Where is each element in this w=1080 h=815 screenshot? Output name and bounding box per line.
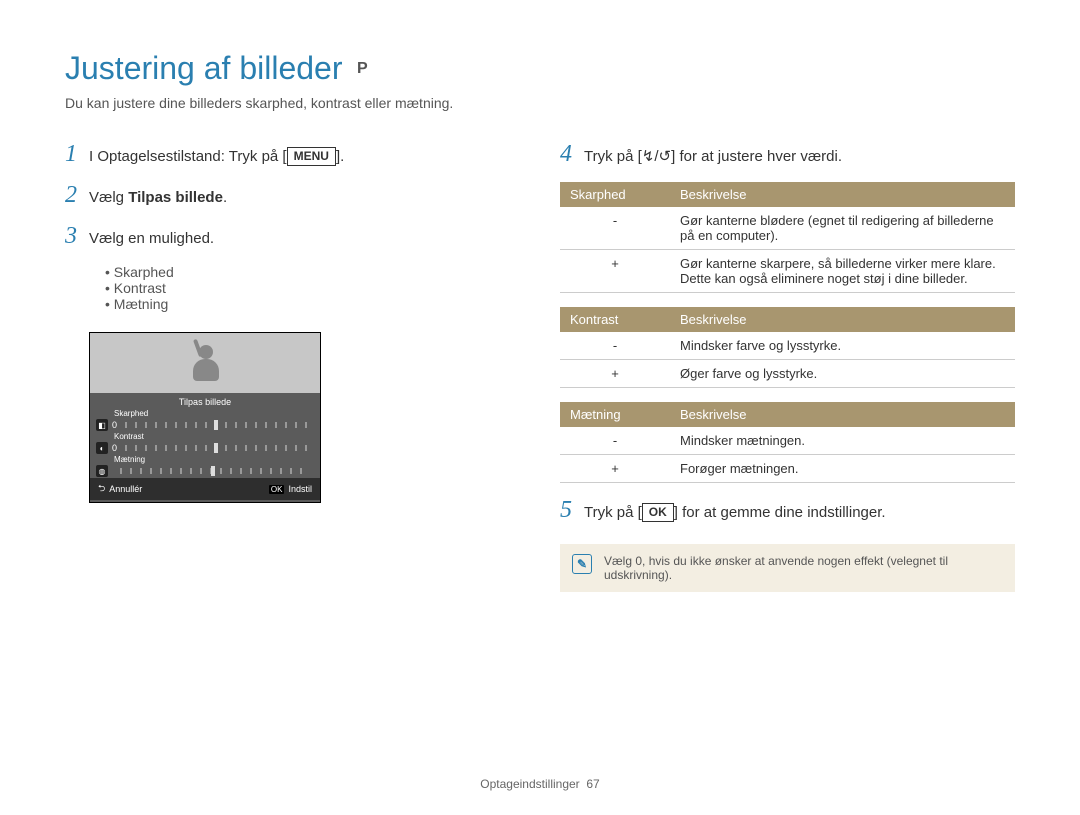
step2-pre: Vælg xyxy=(89,189,128,206)
cell-key: - xyxy=(560,332,670,360)
panel-title: Tilpas billede xyxy=(90,397,320,407)
footer-section: Optageindstillinger xyxy=(480,777,579,791)
cell-key: + xyxy=(560,360,670,388)
step-2: 2 Vælg Tilpas billede. xyxy=(65,182,520,209)
panel-row-label: Mætning xyxy=(90,455,320,464)
footer-page: 67 xyxy=(586,777,599,791)
th-desc: Beskrivelse xyxy=(670,307,1015,332)
step-3: 3 Vælg en mulighed. xyxy=(65,223,520,250)
panel-value: 0 xyxy=(112,443,117,453)
cell-desc: Gør kanterne blødere (egnet til redigeri… xyxy=(670,207,1015,250)
contrast-table: KontrastBeskrivelse -Mindsker farve og l… xyxy=(560,307,1015,388)
step4-post: ] for at justere hver værdi. xyxy=(671,148,842,165)
step5-post: ] for at gemme dine indstillinger. xyxy=(674,504,886,521)
contrast-icon: ◐ xyxy=(96,442,108,454)
step-number: 2 xyxy=(65,182,89,209)
sharpness-icon: ◧ xyxy=(96,419,108,431)
step4-pre: Tryk på [ xyxy=(584,148,642,165)
page-title: Justering af billeder xyxy=(65,50,342,87)
step-4: 4 Tryk på [↯/↺] for at justere hver værd… xyxy=(560,141,1015,168)
bullet-item: Kontrast xyxy=(105,280,520,296)
cell-key: + xyxy=(560,455,670,483)
mode-badge: P xyxy=(357,60,368,78)
panel-row-label: Kontrast xyxy=(90,432,320,441)
step1-post: ]. xyxy=(336,148,344,165)
step-1: 1 I Optagelsestilstand: Tryk på [MENU]. xyxy=(65,141,520,168)
th-contrast: Kontrast xyxy=(560,307,670,332)
panel-value: 0 xyxy=(112,420,117,430)
cell-desc: Øger farve og lysstyrke. xyxy=(670,360,1015,388)
page-subtitle: Du kan justere dine billeders skarphed, … xyxy=(65,95,1015,111)
cell-key: - xyxy=(560,427,670,455)
saturation-table: MætningBeskrivelse -Mindsker mætningen. … xyxy=(560,402,1015,483)
th-desc: Beskrivelse xyxy=(670,402,1015,427)
step3-bullets: Skarphed Kontrast Mætning xyxy=(105,264,520,312)
panel-row: ◧ 0 xyxy=(90,418,320,432)
step2-bold: Tilpas billede xyxy=(128,189,223,206)
sharpness-table: SkarphedBeskrivelse -Gør kanterne bløder… xyxy=(560,182,1015,293)
cancel-label: Annullér xyxy=(109,484,142,494)
saturation-icon: ◍ xyxy=(96,465,108,477)
step5-pre: Tryk på [ xyxy=(584,504,642,521)
arrow-icons: ↯/↺ xyxy=(642,148,671,165)
cell-desc: Mindsker mætningen. xyxy=(670,427,1015,455)
note-icon: ✎ xyxy=(572,554,592,574)
cell-key: - xyxy=(560,207,670,250)
slider xyxy=(120,468,310,474)
step-number: 1 xyxy=(65,141,89,168)
bullet-item: Skarphed xyxy=(105,264,520,280)
step-number: 3 xyxy=(65,223,89,250)
panel-row: ◍ xyxy=(90,464,320,478)
child-silhouette-icon xyxy=(186,339,226,389)
step1-pre: I Optagelsestilstand: Tryk på [ xyxy=(89,148,287,165)
step2-post: . xyxy=(223,189,227,206)
screen-photo-area xyxy=(90,333,320,393)
back-icon: ⮌ xyxy=(98,481,105,497)
step3-text: Vælg en mulighed. xyxy=(89,228,214,249)
slider xyxy=(125,445,310,451)
step-number: 5 xyxy=(560,497,584,524)
right-column: 4 Tryk på [↯/↺] for at justere hver værd… xyxy=(560,141,1015,592)
menu-button-label: MENU xyxy=(287,147,336,166)
note-box: ✎ Vælg 0, hvis du ikke ønsker at anvende… xyxy=(560,544,1015,592)
cell-desc: Mindsker farve og lysstyrke. xyxy=(670,332,1015,360)
cell-key: + xyxy=(560,250,670,293)
cell-desc: Forøger mætningen. xyxy=(670,455,1015,483)
camera-screen: Tilpas billede Skarphed ◧ 0 Kontrast ◐ 0… xyxy=(89,332,321,503)
step-5: 5 Tryk på [OK] for at gemme dine indstil… xyxy=(560,497,1015,524)
th-sharp: Skarphed xyxy=(560,182,670,207)
th-sat: Mætning xyxy=(560,402,670,427)
bullet-item: Mætning xyxy=(105,296,520,312)
left-column: 1 I Optagelsestilstand: Tryk på [MENU]. … xyxy=(65,141,520,592)
page-footer: Optageindstillinger 67 xyxy=(0,777,1080,791)
note-text: Vælg 0, hvis du ikke ønsker at anvende n… xyxy=(604,554,1003,582)
ok-button-label: OK xyxy=(642,503,674,522)
th-desc: Beskrivelse xyxy=(670,182,1015,207)
cell-desc: Gør kanterne skarpere, så billederne vir… xyxy=(670,250,1015,293)
slider xyxy=(125,422,310,428)
panel-footer: ⮌ Annullér OKIndstil xyxy=(90,478,320,500)
panel-row-label: Skarphed xyxy=(90,409,320,418)
set-label: Indstil xyxy=(288,484,312,494)
ok-key: OK xyxy=(269,485,285,494)
panel-row: ◐ 0 xyxy=(90,441,320,455)
screen-panel: Tilpas billede Skarphed ◧ 0 Kontrast ◐ 0… xyxy=(90,393,320,502)
step-number: 4 xyxy=(560,141,584,168)
